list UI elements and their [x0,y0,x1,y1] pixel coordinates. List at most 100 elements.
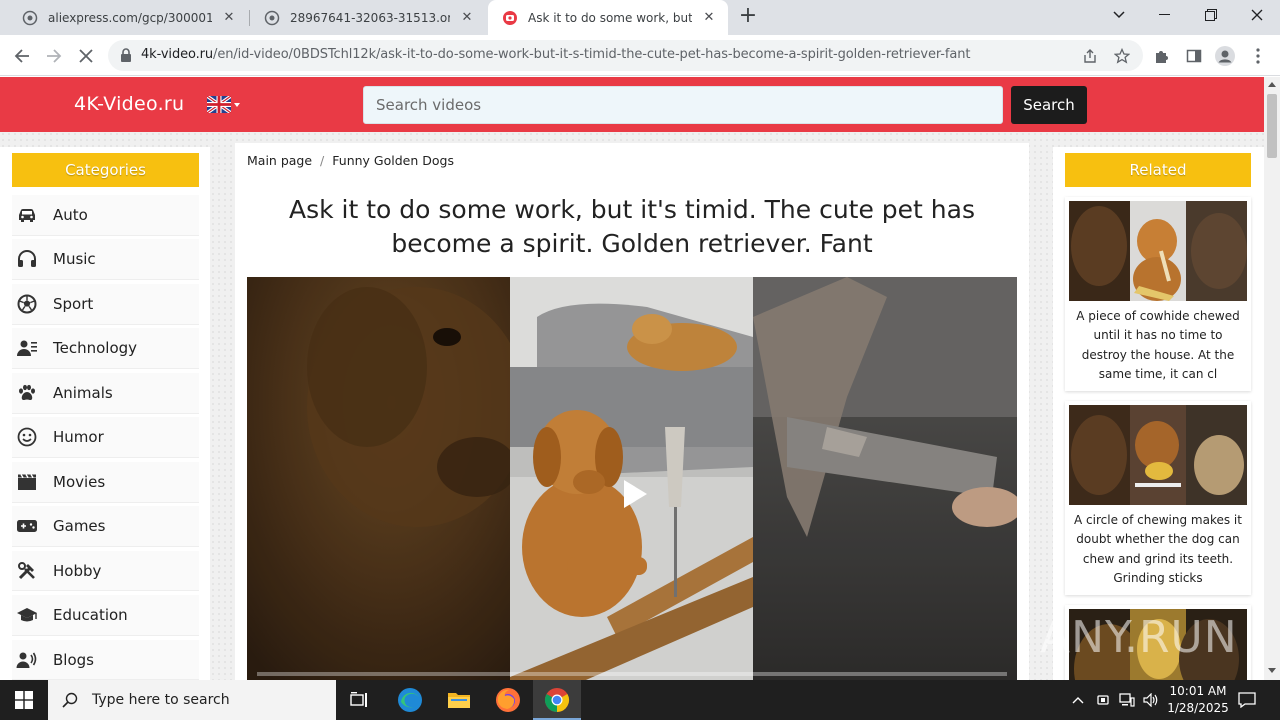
close-tab-icon[interactable]: ✕ [458,9,476,27]
chrome-menu-button[interactable] [1247,45,1269,67]
uk-flag-icon[interactable] [207,96,231,113]
restore-button[interactable] [1188,0,1234,30]
play-button[interactable] [610,469,660,519]
tab-title: Ask it to do some work, but it's t [528,10,692,25]
start-button[interactable] [0,680,48,720]
category-hobby[interactable]: Hobby [12,550,199,592]
category-auto[interactable]: Auto [12,195,199,236]
related-video-card[interactable]: A piece of cowhide chewed until it has n… [1065,197,1251,391]
close-window-button[interactable] [1234,0,1280,30]
category-label: Movies [53,472,106,491]
new-tab-button[interactable]: + [736,5,760,29]
windows-taskbar: Type here to search 10:01 AM 1/28/2025 [0,680,1280,720]
taskbar-file-explorer[interactable] [435,680,483,720]
category-technology[interactable]: Technology [12,328,199,370]
restore-icon [1205,9,1217,21]
category-sport[interactable]: Sport [12,283,199,325]
related-video-title: A circle of chewing makes it doubt wheth… [1074,513,1242,586]
side-panel-icon [1186,49,1202,63]
taskbar-search-box[interactable]: Type here to search [48,680,336,720]
video-progress-bar[interactable] [257,672,1007,676]
category-label: Games [53,517,106,536]
minimize-button[interactable] [1142,0,1188,30]
extensions-button[interactable] [1151,45,1173,67]
firefox-icon [496,688,520,712]
site-favicon-icon [503,10,517,25]
tray-device[interactable] [1092,680,1114,720]
bookmark-button[interactable] [1112,46,1132,66]
scrollbar-thumb[interactable] [1267,94,1277,158]
related-video-card[interactable]: A circle of chewing makes it doubt wheth… [1065,401,1251,595]
search-input[interactable] [363,86,1003,124]
close-tab-icon[interactable]: ✕ [700,9,718,27]
profile-button[interactable] [1214,45,1236,67]
search-icon [62,692,78,708]
paw-icon [16,382,38,404]
chevron-up-icon [1072,697,1084,704]
tab-search-button[interactable] [1096,0,1142,30]
tray-volume[interactable] [1140,680,1162,720]
stop-loading-button[interactable] [73,43,99,69]
scroll-up-arrow-icon[interactable] [1268,82,1276,87]
taskbar-edge[interactable] [386,680,434,720]
taskbar-firefox[interactable] [484,680,532,720]
category-music[interactable]: Music [12,239,199,281]
language-caret-icon[interactable] [234,103,240,107]
category-label: Humor [53,428,104,447]
category-humor[interactable]: Humor [12,417,199,459]
browser-tab-ormanize[interactable]: 28967641-32063-31513.ormanize ✕ [250,0,486,35]
related-video-title: A piece of cowhide chewed until it has n… [1076,309,1240,382]
taskbar-chrome[interactable] [533,680,581,720]
category-label: Auto [53,205,88,224]
task-view-button[interactable] [336,680,384,720]
close-icon [79,49,93,63]
kebab-menu-icon [1256,48,1260,64]
share-icon [1084,49,1096,63]
search-button[interactable]: Search [1011,86,1087,124]
forward-button[interactable] [41,43,67,69]
category-education[interactable]: Education [12,595,199,636]
usb-device-icon [1097,695,1109,705]
back-button[interactable] [9,43,35,69]
breadcrumb-category-link[interactable]: Funny Golden Dogs [332,153,454,168]
url-path: /en/id-video/0BDSTchl12k/ask-it-to-do-so… [213,47,971,62]
puzzle-icon [1156,51,1168,63]
share-button[interactable] [1080,46,1100,66]
page-viewport: 4K-Video.ru Search Categories Auto Music [0,77,1264,680]
arrow-left-icon [14,49,29,63]
technology-icon [16,337,38,359]
related-heading: Related [1065,153,1251,187]
address-bar[interactable]: 4k-video.ru/en/id-video/0BDSTchl12k/ask-… [108,40,1143,71]
categories-list: Auto Music Sport Technology Animals Humo… [12,195,199,680]
smile-icon [16,426,38,448]
browser-tab-aliexpress[interactable]: aliexpress.com/gcp/300001528/A ✕ [8,0,248,35]
site-logo[interactable]: 4K-Video.ru [74,93,184,115]
speaker-icon [1143,693,1158,707]
category-games[interactable]: Games [12,506,199,547]
category-animals[interactable]: Animals [12,372,199,414]
taskbar-clock[interactable]: 10:01 AM 1/28/2025 [1160,683,1236,717]
category-blogs[interactable]: Blogs [12,639,199,680]
category-label: Sport [53,294,94,313]
folder-icon [448,693,470,708]
category-movies[interactable]: Movies [12,461,199,503]
category-label: Blogs [53,650,94,669]
globe-icon [22,10,38,25]
anyrun-watermark: ANY.RUN [1040,612,1238,663]
show-hidden-icons-button[interactable] [1068,680,1088,720]
action-center-button[interactable] [1236,680,1258,720]
browser-tab-active[interactable]: Ask it to do some work, but it's t ✕ [488,0,728,35]
browser-toolbar: 4k-video.ru/en/id-video/0BDSTchl12k/ask-… [0,35,1280,76]
side-panel-button[interactable] [1183,45,1205,67]
tab-title: 28967641-32063-31513.ormanize [290,10,450,25]
browser-tab-strip: aliexpress.com/gcp/300001528/A ✕ 2896764… [0,0,1280,35]
tray-network[interactable] [1116,680,1138,720]
task-view-icon [350,692,367,707]
video-player[interactable] [247,277,1017,680]
scroll-down-arrow-icon[interactable] [1268,668,1276,673]
close-tab-icon[interactable]: ✕ [220,9,238,27]
breadcrumb-home-link[interactable]: Main page [247,153,312,168]
tab-title: aliexpress.com/gcp/300001528/A [48,10,212,25]
page-scrollbar[interactable] [1264,77,1280,680]
notification-icon [1238,692,1256,708]
